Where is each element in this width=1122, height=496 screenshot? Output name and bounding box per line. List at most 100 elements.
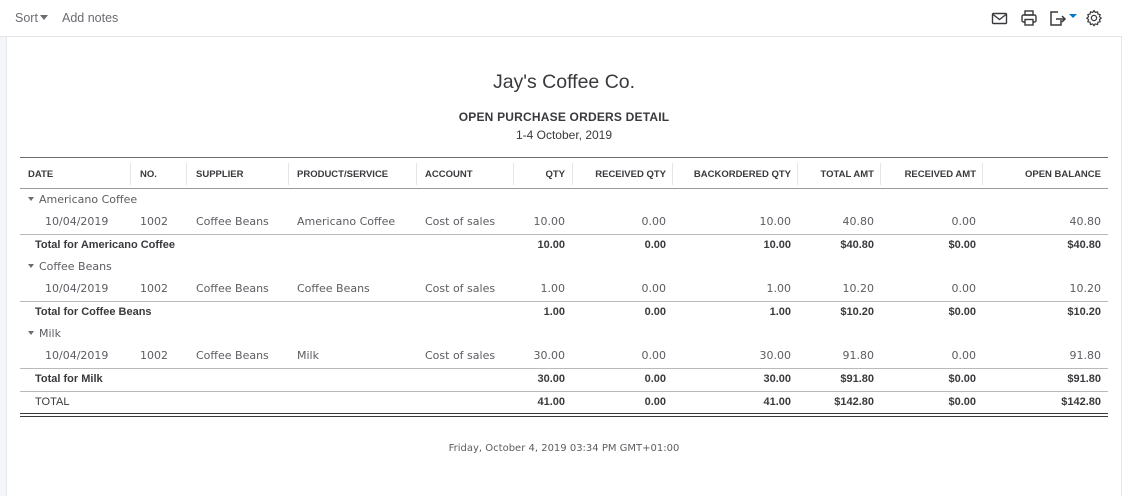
col-header-supplier[interactable]: SUPPLIER	[196, 164, 244, 186]
table-row[interactable]: 10/04/2019 1002 Coffee Beans Americano C…	[20, 211, 1108, 233]
column-divider[interactable]	[672, 163, 673, 185]
sort-dropdown[interactable]: Sort	[15, 11, 48, 25]
cell-open-balance: 10.20	[1069, 282, 1102, 295]
column-divider[interactable]	[880, 163, 881, 185]
collapse-caret-icon[interactable]	[28, 264, 34, 268]
cell-backordered-qty: 10.00	[759, 215, 792, 228]
cell-received-qty: 0.00	[644, 373, 666, 385]
cell-received-qty: 0.00	[644, 396, 666, 408]
cell-received-amt: 0.00	[951, 282, 977, 295]
collapse-caret-icon[interactable]	[28, 197, 34, 201]
group-row[interactable]: Coffee Beans	[20, 256, 1108, 278]
cell-account: Cost of sales	[425, 349, 496, 362]
cell-date: 10/04/2019	[45, 215, 109, 228]
cell-qty: 10.00	[533, 215, 566, 228]
add-notes-link[interactable]: Add notes	[62, 11, 118, 25]
col-header-date[interactable]: DATE	[28, 164, 53, 186]
cell-qty: 30.00	[537, 373, 565, 385]
report-panel: Jay's Coffee Co. OPEN PURCHASE ORDERS DE…	[6, 37, 1122, 496]
cell-no[interactable]: 1002	[140, 345, 168, 367]
sort-label: Sort	[15, 11, 38, 25]
cell-backordered-qty: 10.00	[763, 239, 791, 251]
table-top-rule	[20, 157, 1108, 158]
col-header-total-amt[interactable]: TOTAL AMT	[821, 164, 874, 186]
grand-total-row: TOTAL 41.00 0.00 41.00 $142.80 $0.00 $14…	[20, 391, 1108, 413]
cell-product: Coffee Beans	[297, 282, 370, 295]
cell-open-balance: 91.80	[1069, 349, 1102, 362]
group-row[interactable]: Americano Coffee	[20, 189, 1108, 211]
group-row[interactable]: Milk	[20, 323, 1108, 345]
column-divider[interactable]	[130, 163, 131, 185]
column-divider[interactable]	[572, 163, 573, 185]
group-name: Milk	[39, 327, 61, 340]
settings-icon[interactable]	[1085, 9, 1103, 31]
cell-received-qty: 0.00	[641, 215, 667, 228]
cell-backordered-qty: 41.00	[763, 396, 791, 408]
cell-total-amt: $40.80	[840, 239, 874, 251]
column-divider[interactable]	[513, 163, 514, 185]
col-header-open-balance[interactable]: OPEN BALANCE	[1025, 164, 1101, 186]
cell-received-qty: 0.00	[641, 349, 667, 362]
column-divider[interactable]	[186, 163, 187, 185]
cell-qty: 1.00	[540, 282, 566, 295]
cell-total-amt: 10.20	[842, 282, 875, 295]
cell-received-amt: $0.00	[948, 306, 976, 318]
cell-qty: 41.00	[537, 396, 565, 408]
cell-total-amt: 91.80	[842, 349, 875, 362]
col-header-received-amt[interactable]: RECEIVED AMT	[905, 164, 976, 186]
col-header-qty[interactable]: QTY	[545, 164, 565, 186]
subtotal-label: Total for Milk	[35, 373, 103, 385]
subtotal-row: Total for Coffee Beans 1.00 0.00 1.00 $1…	[20, 301, 1108, 323]
chevron-down-icon	[39, 15, 48, 20]
cell-no[interactable]: 1002	[140, 211, 168, 233]
col-header-received-qty[interactable]: RECEIVED QTY	[595, 164, 666, 186]
column-divider[interactable]	[982, 163, 983, 185]
column-divider[interactable]	[797, 163, 798, 185]
cell-open-balance: $142.80	[1061, 396, 1101, 408]
cell-product: Americano Coffee	[297, 215, 396, 228]
cell-qty: 10.00	[537, 239, 565, 251]
cell-received-qty: 0.00	[644, 239, 666, 251]
column-divider[interactable]	[288, 163, 289, 185]
cell-total-amt: $10.20	[840, 306, 874, 318]
col-header-no[interactable]: NO.	[140, 164, 157, 186]
report-timestamp: Friday, October 4, 2019 03:34 PM GMT+01:…	[448, 443, 680, 454]
subtotal-label: Total for Americano Coffee	[35, 239, 175, 251]
cell-open-balance: 40.80	[1069, 215, 1102, 228]
cell-total-amt: $91.80	[840, 373, 874, 385]
cell-qty: 1.00	[543, 306, 565, 318]
group-name: Coffee Beans	[39, 260, 112, 273]
collapse-caret-icon[interactable]	[28, 331, 34, 335]
col-header-backordered-qty[interactable]: BACKORDERED QTY	[694, 164, 791, 186]
table-row[interactable]: 10/04/2019 1002 Coffee Beans Coffee Bean…	[20, 278, 1108, 300]
cell-date: 10/04/2019	[45, 282, 109, 295]
export-icon[interactable]	[1048, 9, 1078, 31]
subtotal-row: Total for Americano Coffee 10.00 0.00 10…	[20, 234, 1108, 256]
report-title: OPEN PURCHASE ORDERS DETAIL	[458, 110, 670, 124]
col-header-product[interactable]: PRODUCT/SERVICE	[297, 164, 388, 186]
subtotal-row: Total for Milk 30.00 0.00 30.00 $91.80 $…	[20, 368, 1108, 390]
double-rule	[20, 416, 1108, 417]
cell-supplier: Coffee Beans	[196, 215, 269, 228]
cell-total-amt: $142.80	[834, 396, 874, 408]
cell-product: Milk	[297, 349, 319, 362]
cell-open-balance: $10.20	[1067, 306, 1101, 318]
report-period: 1-4 October, 2019	[515, 128, 613, 142]
cell-date: 10/04/2019	[45, 349, 109, 362]
col-header-account[interactable]: ACCOUNT	[425, 164, 473, 186]
cell-supplier: Coffee Beans	[196, 349, 269, 362]
double-rule	[20, 413, 1108, 414]
cell-backordered-qty: 1.00	[769, 306, 791, 318]
table-header-row: DATE NO. SUPPLIER PRODUCT/SERVICE ACCOUN…	[20, 164, 1108, 186]
cell-received-amt: $0.00	[948, 396, 976, 408]
cell-backordered-qty: 30.00	[763, 373, 791, 385]
cell-no[interactable]: 1002	[140, 278, 168, 300]
cell-received-amt: $0.00	[948, 239, 976, 251]
cell-backordered-qty: 30.00	[759, 349, 792, 362]
print-icon[interactable]	[1020, 9, 1038, 31]
cell-supplier: Coffee Beans	[196, 282, 269, 295]
cell-total-amt: 40.80	[842, 215, 875, 228]
table-row[interactable]: 10/04/2019 1002 Coffee Beans Milk Cost o…	[20, 345, 1108, 367]
column-divider[interactable]	[416, 163, 417, 185]
mail-icon[interactable]	[991, 9, 1008, 31]
